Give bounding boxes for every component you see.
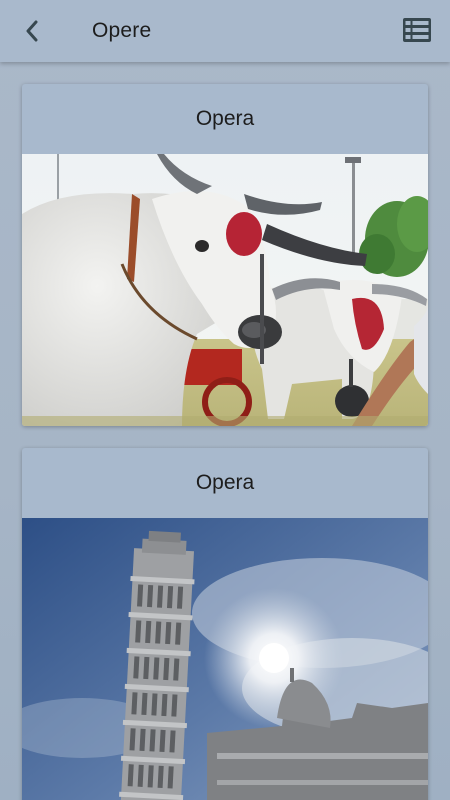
card-image-oxen[interactable] (22, 154, 428, 426)
view-list-button[interactable] (402, 16, 432, 44)
card-image-tower[interactable] (22, 518, 428, 800)
view-list-icon (403, 18, 431, 42)
page-title: Opere (92, 19, 152, 42)
work-card[interactable]: Opera (22, 448, 428, 800)
work-card[interactable]: Opera (22, 84, 428, 426)
card-title: Opera (195, 471, 255, 494)
back-button[interactable] (14, 14, 50, 48)
chevron-left-icon (26, 20, 38, 42)
works-list[interactable]: Opera Opera (0, 62, 450, 800)
app-bar: Opere (0, 0, 450, 62)
card-title: Opera (195, 107, 255, 130)
oxen-photo (22, 154, 428, 426)
leaning-tower-photo (22, 518, 428, 800)
